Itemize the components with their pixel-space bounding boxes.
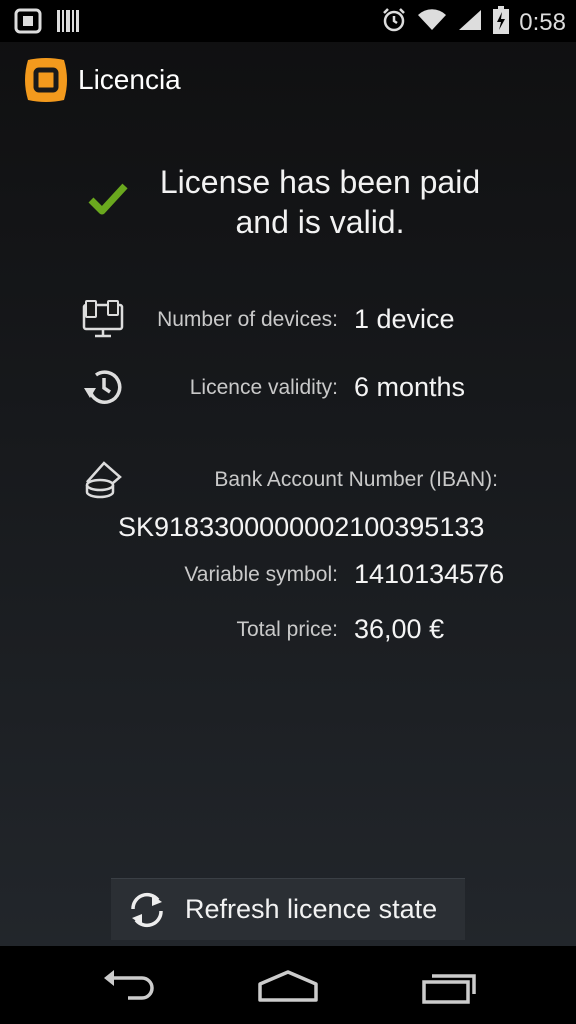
devices-value: 1 device [354, 304, 455, 334]
devices-icon [82, 299, 124, 344]
iban-value: SK9183300000002100395133 [118, 512, 485, 542]
total-price-value: 36,00 € [354, 614, 445, 644]
refresh-icon [127, 891, 167, 934]
history-clock-icon [82, 366, 124, 413]
clock: 0:58 [519, 8, 566, 36]
home-icon[interactable] [256, 968, 320, 1009]
variable-symbol-label: Variable symbol: [184, 563, 338, 586]
status-bar: 0:58 [0, 0, 576, 42]
signal-icon [457, 8, 483, 37]
wifi-icon [417, 8, 447, 37]
navigation-bar [0, 946, 576, 1024]
validity-value: 6 months [354, 372, 466, 402]
app-title: Licencia [78, 64, 181, 95]
variable-symbol-value: 1410134576 [354, 559, 505, 589]
checkmark-icon [88, 182, 128, 221]
refresh-button-label: Refresh licence state [185, 894, 438, 924]
app-logo-icon[interactable] [22, 56, 70, 104]
total-price-label: Total price: [236, 618, 338, 641]
barcode-icon [56, 8, 80, 39]
notification-app-icon [14, 8, 42, 39]
validity-label: Licence validity: [189, 376, 338, 399]
coins-icon [82, 459, 124, 506]
action-bar: Licencia [0, 42, 576, 118]
iban-label: Bank Account Number (IBAN): [214, 468, 498, 491]
recent-apps-icon[interactable] [420, 966, 480, 1011]
back-icon[interactable] [98, 966, 158, 1011]
devices-label: Number of devices: [157, 308, 338, 331]
license-status-message: License has been paid and is valid. [159, 164, 481, 240]
battery-charging-icon [493, 6, 510, 39]
alarm-icon [381, 7, 407, 38]
refresh-licence-button[interactable]: Refresh licence state [111, 878, 465, 940]
